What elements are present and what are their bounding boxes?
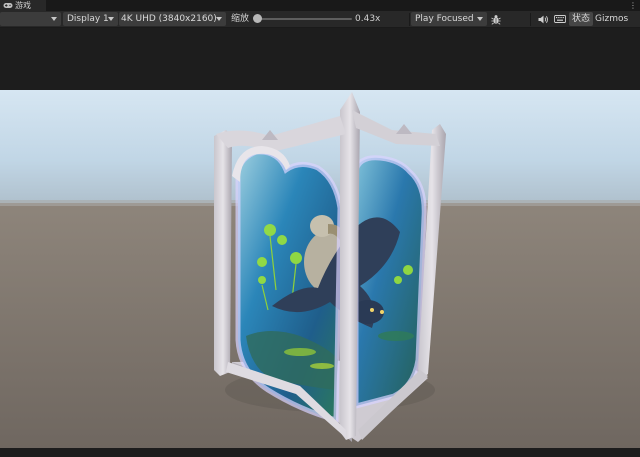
play-mode-value: Play Focused — [415, 14, 474, 24]
speaker-icon[interactable] — [536, 12, 550, 26]
game-view-dropdown[interactable] — [0, 12, 61, 26]
display-select-value: Display 1 — [67, 14, 109, 24]
bug-icon[interactable] — [489, 12, 503, 26]
keyboard-icon[interactable] — [553, 12, 567, 26]
scene-render — [0, 90, 640, 448]
toolbar-divider — [409, 13, 410, 26]
scale-slider[interactable] — [256, 18, 352, 20]
toolbar-divider — [530, 13, 531, 26]
gizmos-toggle[interactable]: Gizmos — [592, 12, 631, 26]
gamepad-icon — [3, 2, 13, 9]
chevron-down-icon — [216, 17, 222, 21]
resolution-select[interactable]: 4K UHD (3840x2160) — [119, 12, 226, 26]
resolution-select-value: 4K UHD (3840x2160) — [121, 14, 217, 24]
scale-value: 0.43x — [355, 14, 381, 24]
chevron-down-icon — [108, 17, 114, 21]
game-view-toolbar: Display 1 4K UHD (3840x2160) 缩放 0.43x Pl… — [0, 11, 640, 28]
display-select[interactable]: Display 1 — [63, 12, 118, 26]
game-view[interactable] — [0, 28, 640, 457]
chevron-down-icon — [477, 17, 483, 21]
tab-menu-icon[interactable]: ⋮ — [629, 1, 637, 10]
stats-toggle[interactable]: 状态 — [569, 12, 594, 26]
play-mode-select[interactable]: Play Focused — [411, 12, 487, 26]
scale-label: 缩放 — [231, 14, 250, 24]
chevron-down-icon — [51, 17, 57, 21]
scale-slider-thumb[interactable] — [253, 14, 263, 23]
tab-strip: 游戏 ⋮ — [0, 0, 640, 11]
tab-game[interactable]: 游戏 — [0, 0, 46, 11]
tab-label: 游戏 — [15, 1, 31, 10]
